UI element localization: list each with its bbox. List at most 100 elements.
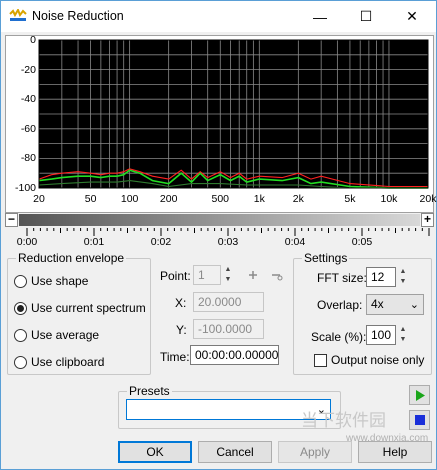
spin-down-icon: ▼ (399, 336, 407, 343)
x-label: X: (175, 296, 187, 310)
spin-up-icon: ▲ (399, 326, 407, 333)
spectrum-plot[interactable] (6, 36, 433, 212)
reduction-envelope-group: Reduction envelope Use shape Use current … (7, 251, 151, 375)
cancel-button[interactable]: Cancel (198, 441, 272, 463)
x-tick-label: 1k (253, 193, 265, 205)
timeline-label: 0:01 (83, 236, 105, 248)
timeline-label: 0:02 (150, 236, 172, 248)
cancel-label: Cancel (216, 445, 254, 459)
stop-icon (414, 415, 425, 425)
close-button[interactable]: ✕ (389, 1, 435, 32)
y-tick-label: -100 (14, 182, 36, 194)
maximize-icon: ☐ (359, 8, 373, 24)
envelope-option-label: Use clipboard (31, 355, 105, 369)
apply-label: Apply (299, 445, 331, 459)
point-field[interactable]: 1 (193, 265, 221, 285)
y-tick-label: -40 (20, 93, 36, 106)
minimize-icon: — (313, 8, 327, 25)
add-point-icon[interactable] (246, 269, 260, 281)
spin-up-icon: ▲ (224, 266, 232, 273)
reduction-envelope-legend: Reduction envelope (16, 251, 127, 265)
watermark-url: www.downxia.com (346, 433, 429, 444)
fft-size-field[interactable]: 12 (366, 267, 396, 287)
y-tick-label: -20 (20, 63, 36, 76)
point-label: Point: (160, 269, 191, 283)
envelope-option-label: Use shape (31, 274, 89, 288)
x-tick-label: 20 (33, 193, 45, 205)
zoom-gradient-bar[interactable] (19, 214, 420, 226)
chevron-down-icon: ⌄ (409, 299, 419, 311)
radio-selected-dot (17, 304, 24, 312)
point-stepper[interactable]: ▲ ▼ (222, 265, 234, 285)
spin-down-icon: ▼ (224, 276, 232, 283)
play-icon (415, 389, 425, 401)
envelope-option[interactable]: Use average (14, 328, 99, 342)
envelope-option[interactable]: Use shape (14, 274, 88, 288)
zoom-slider-row: − + (5, 213, 434, 227)
radio-button[interactable] (14, 301, 27, 315)
timeline-label: 0:00 (16, 236, 38, 248)
scale-field[interactable]: 100 (366, 325, 396, 345)
radio-button[interactable] (14, 274, 27, 288)
x-tick-label: 50 (84, 193, 97, 205)
y-tick-label: -80 (20, 152, 36, 165)
zoom-in-button[interactable]: + (421, 213, 434, 227)
y-tick-label: 0 (30, 34, 36, 46)
radio-button[interactable] (14, 355, 27, 369)
timeline-label: 0:04 (284, 236, 306, 248)
waveform-app-icon (9, 9, 27, 21)
envelope-option[interactable]: Use current spectrum (14, 301, 146, 315)
spin-up-icon: ▲ (399, 268, 407, 275)
window-title: Noise Reduction (32, 9, 124, 23)
remove-point-icon[interactable] (269, 269, 283, 281)
minimize-button[interactable]: — (297, 1, 343, 32)
x-tick-label: 500 (211, 193, 230, 205)
output-noise-checkbox[interactable] (314, 354, 327, 367)
envelope-option-label: Use average (31, 328, 100, 342)
close-icon: ✕ (406, 8, 418, 24)
fft-size-label: FFT size: (317, 271, 367, 285)
settings-legend: Settings (302, 251, 350, 265)
help-button[interactable]: Help (358, 441, 432, 463)
time-label: Time: (160, 350, 190, 364)
envelope-option-label: Use current spectrum (31, 301, 146, 315)
timeline-label: 0:05 (351, 236, 373, 248)
x-tick-label: 20k (419, 193, 437, 205)
x-tick-label: 100 (120, 193, 139, 205)
radio-button[interactable] (14, 328, 27, 342)
preview-stop-button[interactable] (409, 410, 430, 430)
overlap-select[interactable]: 4x ⌄ (366, 294, 424, 315)
fft-size-stepper[interactable]: ▲ ▼ (397, 267, 409, 287)
x-tick-label: 200 (159, 193, 178, 205)
x-tick-label: 10k (380, 193, 398, 205)
timeline-ruler[interactable]: 0:00 0:01 0:02 0:03 0:04 0:05 (5, 228, 434, 248)
envelope-option[interactable]: Use clipboard (14, 355, 104, 369)
help-label: Help (382, 445, 408, 459)
scale-stepper[interactable]: ▲ ▼ (397, 325, 409, 345)
title-bar: Noise Reduction — ☐ ✕ (1, 1, 436, 32)
preview-play-button[interactable] (409, 385, 430, 405)
output-noise-label: Output noise only (331, 353, 425, 367)
overlap-value: 4x (371, 297, 384, 311)
overlap-label: Overlap: (317, 298, 363, 312)
presets-legend: Presets (127, 384, 172, 398)
maximize-button[interactable]: ☐ (343, 1, 389, 32)
spectrum-graph[interactable]: 0 -20 -40 -60 -80 -100 20 50 100 200 500 1k 2k 5k 10k… (5, 34, 437, 213)
spin-down-icon: ▼ (399, 278, 407, 285)
ok-label: OK (146, 445, 164, 459)
y-tick-label: -60 (20, 122, 36, 135)
plus-icon: + (423, 212, 431, 226)
watermark-brand: 当下软件园 (301, 411, 386, 430)
x-tick-label: 5k (344, 193, 356, 205)
zoom-out-button[interactable]: − (5, 213, 18, 227)
y-field[interactable]: -100.0000 (193, 319, 264, 339)
y-label: Y: (176, 323, 187, 337)
time-field[interactable]: 00:00:00.00000 (190, 345, 279, 365)
x-field[interactable]: 20.0000 (193, 292, 264, 312)
timeline-label: 0:03 (217, 236, 239, 248)
scale-label: Scale (%): (311, 330, 367, 344)
apply-button[interactable]: Apply (278, 441, 352, 463)
minus-icon: − (7, 212, 15, 226)
ok-button[interactable]: OK (118, 441, 192, 463)
noise-reduction-window: Noise Reduction — ☐ ✕ 0 -20 -40 -60 -80 -100 … (0, 0, 437, 470)
